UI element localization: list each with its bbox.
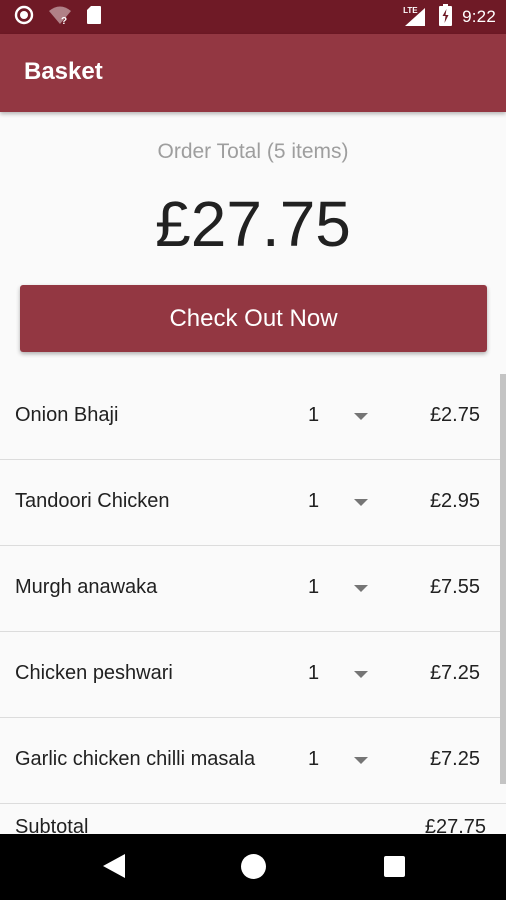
wifi-unknown-icon: ? [48,5,72,30]
quantity-value: 1 [308,404,320,426]
order-total-amount: £27.75 [155,188,351,260]
network-type-label: LTE [403,6,418,15]
checkout-button[interactable]: Check Out Now [20,285,487,352]
item-price: £7.25 [429,748,480,770]
dropdown-arrow-icon [354,413,368,420]
quantity-dropdown[interactable]: 1 [296,736,384,784]
quantity-value: 1 [308,748,320,770]
item-price: £7.55 [429,576,480,598]
circle-notification-icon [14,5,34,30]
item-price: £2.95 [429,490,480,512]
item-name: Onion Bhaji [15,404,119,426]
svg-text:?: ? [61,16,67,25]
status-system: LTE 9:22 [403,3,496,31]
status-time: 9:22 [462,7,496,26]
item-name: Tandoori Chicken [15,490,170,512]
item-price: £2.75 [429,404,480,426]
basket-screen: ? LTE 9:22 Basket Order Total (5 items) … [0,0,506,900]
basket-item-row: Garlic chicken chilli masala 1 £7.25 [0,718,506,804]
basket-item-row: Onion Bhaji 1 £2.75 [0,374,506,460]
quantity-dropdown[interactable]: 1 [296,650,384,698]
quantity-dropdown[interactable]: 1 [296,478,384,526]
app-bar: Basket [0,34,506,112]
dropdown-arrow-icon [354,499,368,506]
quantity-dropdown[interactable]: 1 [296,564,384,612]
cell-signal-icon: LTE [403,6,429,27]
dropdown-arrow-icon [354,757,368,764]
status-bar: ? LTE 9:22 [0,0,506,34]
list-scrollbar[interactable] [500,374,506,784]
basket-list: Onion Bhaji 1 £2.75 Tandoori Chicken 1 £… [0,374,506,864]
item-name: Chicken peshwari [15,662,173,684]
navigation-bar [0,834,506,900]
recents-icon[interactable] [384,856,405,877]
battery-charging-icon [439,3,453,31]
dropdown-arrow-icon [354,671,368,678]
quantity-value: 1 [308,576,320,598]
quantity-value: 1 [308,662,320,684]
dropdown-arrow-icon [354,585,368,592]
basket-item-row: Tandoori Chicken 1 £2.95 [0,460,506,546]
back-icon[interactable] [101,852,127,880]
order-total-label: Order Total (5 items) [157,140,349,163]
item-price: £7.25 [429,662,480,684]
quantity-dropdown[interactable]: 1 [296,392,384,440]
sd-card-icon [86,5,102,30]
basket-item-row: Chicken peshwari 1 £7.25 [0,632,506,718]
item-name: Garlic chicken chilli masala [15,748,256,770]
basket-item-row: Murgh anawaka 1 £7.55 [0,546,506,632]
page-title: Basket [24,58,103,85]
item-name: Murgh anawaka [15,576,158,598]
home-icon[interactable] [241,854,266,879]
quantity-value: 1 [308,490,320,512]
status-notifications: ? [14,5,102,30]
